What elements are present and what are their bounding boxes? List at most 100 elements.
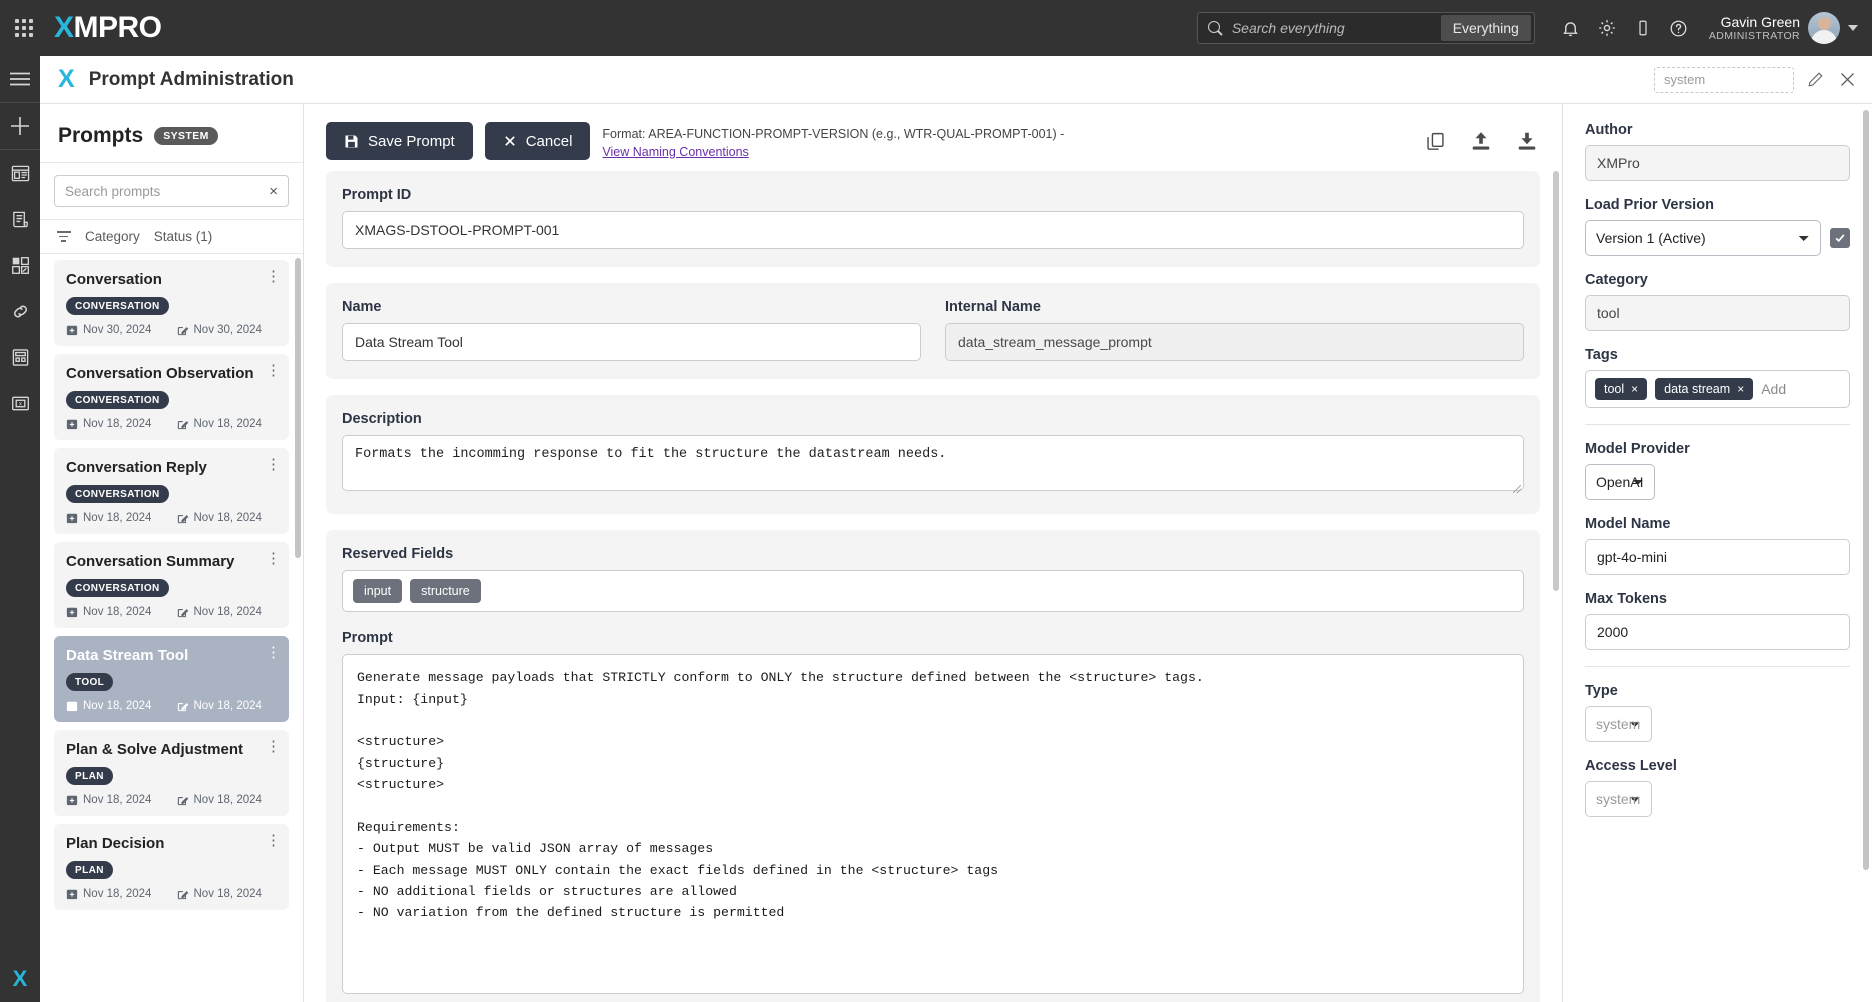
prompts-header: Prompts SYSTEM: [40, 104, 303, 162]
prompt-item-dates: Nov 18, 2024 Nov 18, 2024: [66, 606, 277, 618]
modified-date-icon: [177, 327, 188, 336]
prompt-item-title: Conversation Reply: [66, 459, 207, 476]
prompt-id-input[interactable]: [342, 211, 1524, 250]
prompt-item-menu-icon[interactable]: ⋮: [266, 739, 281, 754]
format-note-text: Format: AREA-FUNCTION-PROMPT-VERSION (e.…: [602, 127, 1065, 141]
modified-date-icon: [177, 797, 188, 806]
download-icon[interactable]: [1514, 128, 1540, 154]
prompt-meta-sidebar[interactable]: Author Load Prior Version Version 1 (Act…: [1562, 104, 1872, 1002]
prompt-item-modified: Nov 18, 2024: [177, 418, 278, 430]
prompts-heading: Prompts: [58, 124, 144, 147]
model-name-label: Model Name: [1585, 516, 1671, 532]
forms-icon[interactable]: [0, 196, 40, 242]
search-prompts-input[interactable]: [65, 183, 268, 199]
reserved-fields-panel: Reserved Fields input structure Prompt: [326, 530, 1540, 1002]
category-input[interactable]: [1585, 295, 1850, 331]
prompt-item-menu-icon[interactable]: ⋮: [266, 645, 281, 660]
prompt-list-scrollbar[interactable]: [295, 258, 301, 558]
prompt-item-menu-icon[interactable]: ⋮: [266, 363, 281, 378]
cancel-button[interactable]: Cancel: [484, 122, 591, 160]
filter-icon[interactable]: [56, 231, 71, 242]
prompt-id-label: Prompt ID: [342, 187, 412, 204]
name-input[interactable]: [342, 323, 921, 362]
waffle-icon[interactable]: [0, 19, 48, 37]
prompt-item-title: Conversation Summary: [66, 553, 235, 570]
search-scope-button[interactable]: Everything: [1440, 15, 1531, 41]
user-menu[interactable]: Gavin Green ADMINISTRATOR: [1709, 12, 1858, 44]
page-type-chip[interactable]: system: [1654, 66, 1794, 93]
max-tokens-input[interactable]: [1585, 614, 1850, 650]
help-icon[interactable]: [1661, 10, 1697, 46]
body-row: x X X Prompt Administration system Promp…: [0, 56, 1872, 1002]
model-provider-select[interactable]: OpenAI: [1585, 464, 1655, 500]
variables-icon[interactable]: x: [0, 380, 40, 426]
editor-scrollbar[interactable]: [1553, 171, 1559, 592]
global-search[interactable]: Everything: [1196, 12, 1535, 44]
model-provider-field: Model Provider OpenAI: [1585, 441, 1850, 500]
page-header: X Prompt Administration system: [40, 56, 1872, 104]
close-icon[interactable]: [1836, 69, 1858, 91]
access-level-select[interactable]: system: [1585, 781, 1652, 817]
prompt-item-category-badge: TOOL: [66, 673, 114, 691]
prompt-item-menu-icon[interactable]: ⋮: [266, 457, 281, 472]
tags-box[interactable]: tool × data stream × Add: [1585, 370, 1850, 408]
view-naming-conventions-link[interactable]: View Naming Conventions: [602, 145, 748, 159]
dashboard-icon[interactable]: [0, 150, 40, 196]
prompt-item-created: Nov 18, 2024: [66, 418, 167, 430]
prompt-item-title: Data Stream Tool: [66, 647, 189, 664]
description-textarea[interactable]: [342, 435, 1524, 492]
calculator-icon[interactable]: [0, 334, 40, 380]
pencil-icon[interactable]: [1804, 69, 1826, 91]
page-header-actions: system: [1654, 66, 1858, 93]
prompt-item-dates: Nov 18, 2024 Nov 18, 2024: [66, 418, 277, 430]
clear-search-icon[interactable]: ×: [267, 184, 280, 199]
remove-tag-icon[interactable]: ×: [1631, 382, 1638, 396]
max-tokens-field: Max Tokens: [1585, 591, 1850, 650]
link-icon[interactable]: [0, 288, 40, 334]
prompt-item-menu-icon[interactable]: ⋮: [266, 833, 281, 848]
version-select[interactable]: Version 1 (Active): [1585, 220, 1821, 256]
editor-scroll-area[interactable]: Prompt ID Name Internal Name: [304, 171, 1562, 1002]
apps-icon[interactable]: [0, 242, 40, 288]
rail-logo: X: [12, 966, 28, 991]
prompt-list[interactable]: Conversation ⋮ CONVERSATION Nov 30, 2024 Nov…: [40, 254, 303, 1002]
search-input[interactable]: [1231, 20, 1441, 36]
internal-name-input[interactable]: [945, 323, 1524, 362]
prompts-search[interactable]: ×: [54, 175, 289, 207]
modified-date-icon: [177, 891, 188, 900]
copy-icon[interactable]: [1422, 128, 1448, 154]
save-prompt-button[interactable]: Save Prompt: [326, 122, 473, 160]
prompt-list-item[interactable]: Conversation Observation ⋮ CONVERSATION Nov…: [54, 354, 289, 440]
tag-label: tool: [1604, 382, 1625, 396]
upload-icon[interactable]: [1468, 128, 1494, 154]
filter-status[interactable]: Status (1): [154, 229, 213, 244]
add-icon[interactable]: [0, 103, 40, 149]
prompt-list-item[interactable]: Conversation ⋮ CONVERSATION Nov 30, 2024 Nov…: [54, 260, 289, 346]
prompt-textarea[interactable]: [342, 654, 1524, 995]
gear-icon[interactable]: [1589, 10, 1625, 46]
chevron-down-icon[interactable]: [1848, 25, 1858, 31]
bell-icon[interactable]: [1553, 10, 1589, 46]
prompt-list-item[interactable]: Conversation Reply ⋮ CONVERSATION Nov 18, 2…: [54, 448, 289, 534]
model-name-input[interactable]: [1585, 539, 1850, 575]
version-checkbox[interactable]: [1830, 228, 1850, 248]
filter-category[interactable]: Category: [85, 229, 140, 244]
remove-tag-icon[interactable]: ×: [1737, 382, 1744, 396]
type-select[interactable]: system: [1585, 706, 1652, 742]
prompt-item-menu-icon[interactable]: ⋮: [266, 551, 281, 566]
meta-scrollbar[interactable]: [1863, 110, 1869, 870]
tag-chip[interactable]: tool ×: [1595, 378, 1648, 400]
hamburger-menu-icon[interactable]: [0, 56, 40, 102]
prompt-item-menu-icon[interactable]: ⋮: [266, 269, 281, 284]
add-tag-input[interactable]: Add: [1761, 381, 1786, 397]
prompt-list-item[interactable]: Plan Decision ⋮ PLAN Nov 18, 2024 Nov 18, 20…: [54, 824, 289, 910]
mobile-icon[interactable]: [1625, 10, 1661, 46]
author-input[interactable]: [1585, 145, 1850, 181]
access-level-field: Access Level system: [1585, 758, 1850, 817]
prompt-list-item[interactable]: Data Stream Tool ⋮ TOOL Nov 18, 2024 Nov 18,…: [54, 636, 289, 722]
prompt-list-item[interactable]: Conversation Summary ⋮ CONVERSATION Nov 18,…: [54, 542, 289, 628]
prompts-sidebar: Prompts SYSTEM × Category Status (1): [40, 104, 304, 1002]
tag-chip[interactable]: data stream ×: [1655, 378, 1754, 400]
prompt-list-item[interactable]: Plan & Solve Adjustment ⋮ PLAN Nov 18, 2024…: [54, 730, 289, 816]
prompt-item-category-badge: CONVERSATION: [66, 579, 169, 597]
